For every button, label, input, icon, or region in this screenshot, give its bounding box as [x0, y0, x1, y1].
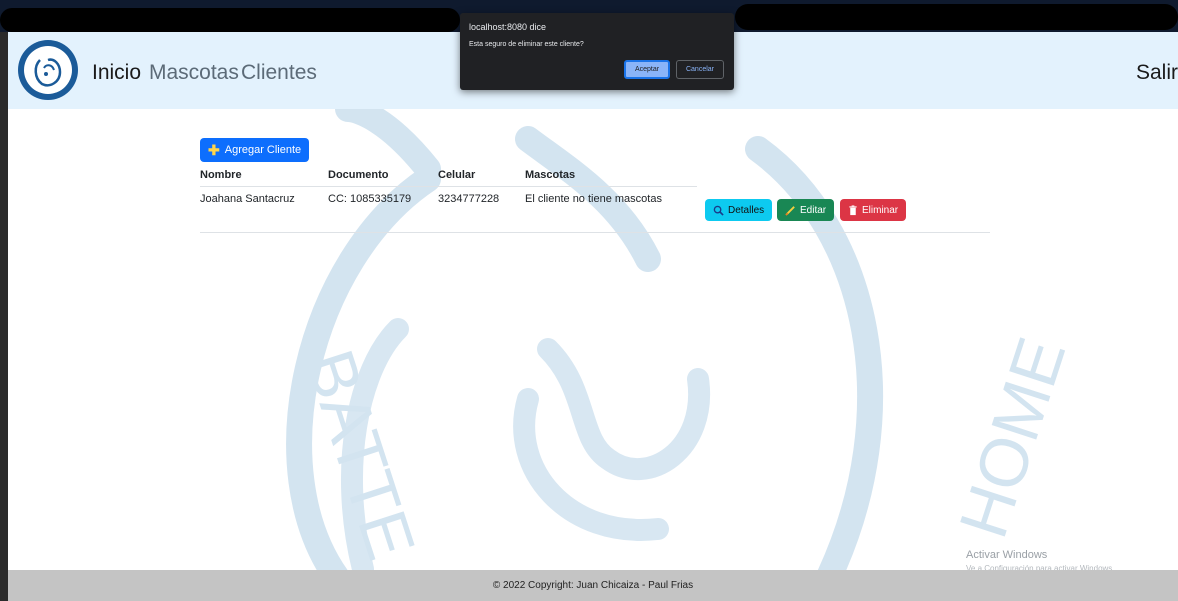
- dialog-accept-button[interactable]: Aceptar: [624, 60, 670, 79]
- redaction-bar: [735, 4, 1178, 30]
- confirm-dialog: localhost:8080 dice Esta seguro de elimi…: [460, 13, 734, 90]
- column-header-pets: Mascotas: [525, 169, 576, 181]
- cell-document: CC: 1085335179: [328, 193, 412, 205]
- dialog-message: Esta seguro de eliminar este cliente?: [469, 41, 584, 48]
- magnifier-icon: [713, 205, 724, 216]
- redaction-bar: [0, 8, 460, 32]
- table-header-divider: [200, 186, 697, 187]
- trash-icon: [849, 204, 857, 215]
- details-button[interactable]: Detalles: [705, 199, 773, 221]
- column-header-name: Nombre: [200, 169, 242, 181]
- edit-label: Editar: [800, 204, 827, 216]
- delete-button[interactable]: Eliminar: [840, 199, 907, 221]
- column-header-document: Documento: [328, 169, 389, 181]
- footer-copyright: © 2022 Copyright: Juan Chicaiza - Paul F…: [492, 580, 694, 591]
- add-client-button[interactable]: ✚ Agregar Cliente: [200, 138, 310, 162]
- watermark-text-right: HOME: [945, 329, 1080, 547]
- cell-pets: El cliente no tiene mascotas: [525, 193, 662, 205]
- plus-icon: ✚: [208, 141, 220, 158]
- nav-link-clients[interactable]: Clientes: [241, 61, 317, 85]
- background-watermark: BATTE HOME: [8, 109, 1178, 570]
- details-label: Detalles: [728, 204, 765, 216]
- cell-name: Joahana Santacruz: [200, 193, 295, 205]
- cell-phone: 3234777228: [438, 193, 500, 205]
- add-client-label: Agregar Cliente: [224, 144, 302, 156]
- nav-link-home[interactable]: Inicio: [92, 61, 141, 85]
- page-footer: © 2022 Copyright: Juan Chicaiza - Paul F…: [8, 570, 1178, 601]
- logout-link[interactable]: Salir: [1136, 61, 1178, 85]
- window-left-edge: [0, 32, 8, 601]
- column-header-phone: Celular: [438, 169, 476, 181]
- dialog-cancel-button[interactable]: Cancelar: [676, 60, 724, 79]
- dialog-title: localhost:8080 dice: [469, 22, 547, 32]
- dog-cat-logo-icon[interactable]: [18, 40, 78, 100]
- delete-label: Eliminar: [862, 204, 899, 216]
- watermark-text-left: BATTE: [291, 341, 429, 568]
- nav-link-pets[interactable]: Mascotas: [149, 61, 239, 85]
- table-row-divider: [200, 232, 990, 233]
- windows-activation-title: Activar Windows: [966, 549, 1048, 561]
- pencil-icon: [785, 205, 795, 216]
- edit-button[interactable]: Editar: [777, 199, 835, 221]
